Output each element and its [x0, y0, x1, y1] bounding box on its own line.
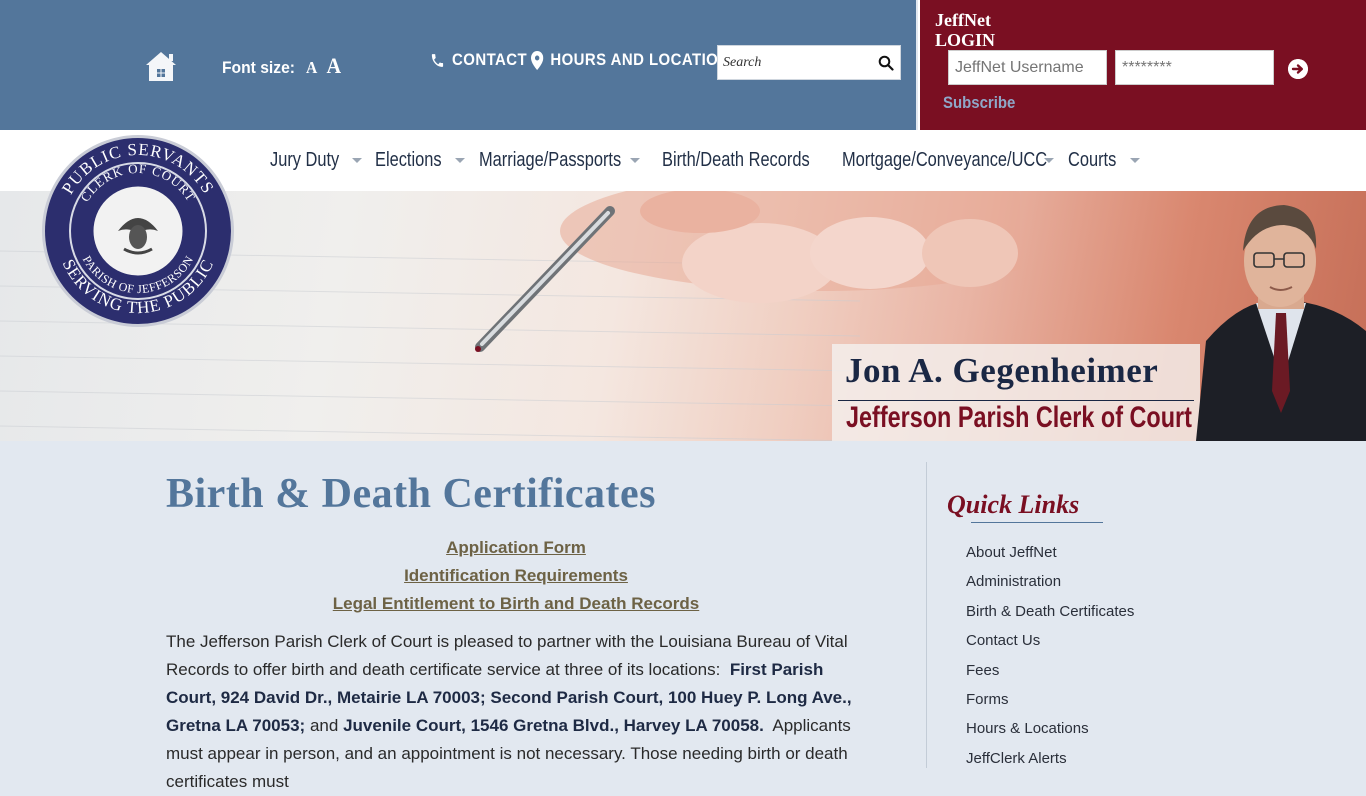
clerk-portrait-image: [1196, 205, 1366, 441]
quick-link-birth-death-certificates[interactable]: Birth & Death Certificates: [966, 599, 1134, 628]
clerk-of-court-seal-logo[interactable]: PUBLIC SERVANTS SERVING THE PUBLIC CLERK…: [40, 133, 236, 329]
jeffnet-password-input[interactable]: [1115, 50, 1274, 85]
search-icon[interactable]: [878, 55, 894, 71]
document-links: Application Form Identification Requirem…: [166, 534, 866, 618]
sidebar-divider: [926, 462, 927, 768]
jeffnet-username-input[interactable]: [948, 50, 1107, 85]
font-size-label: Font size:: [222, 58, 295, 77]
login-submit-arrow-icon[interactable]: [1288, 59, 1308, 79]
page-title: Birth & Death Certificates: [166, 471, 657, 517]
quick-link-hours-locations[interactable]: Hours & Locations: [966, 716, 1134, 745]
quick-link-contact-us[interactable]: Contact Us: [966, 628, 1134, 657]
phone-icon: [431, 53, 444, 67]
search-input[interactable]: [718, 46, 868, 79]
chevron-down-icon: [630, 158, 640, 163]
chevron-down-icon: [352, 158, 362, 163]
intro-paragraph: The Jefferson Parish Clerk of Court is p…: [166, 628, 866, 796]
quick-links-underline: [971, 522, 1103, 523]
and-text: and: [309, 716, 339, 735]
nav-item-label: Birth/Death Records: [662, 149, 810, 171]
quick-link-forms[interactable]: Forms: [966, 687, 1134, 716]
nav-item-courts[interactable]: Courts: [1068, 130, 1140, 191]
clerk-name: Jon A. Gegenheimer: [845, 351, 1159, 390]
nav-item-birth-death-records[interactable]: Birth/Death Records: [662, 130, 842, 191]
nav-item-jury-duty[interactable]: Jury Duty: [270, 130, 362, 191]
quick-link-fees[interactable]: Fees: [966, 658, 1134, 687]
chevron-down-icon: [455, 158, 465, 163]
font-decrease-button[interactable]: A: [306, 58, 317, 78]
contact-label: CONTACT: [452, 50, 528, 69]
hours-location-label: HOURS AND LOCATION: [550, 50, 730, 69]
identification-requirements-link[interactable]: Identification Requirements: [166, 562, 866, 590]
map-pin-icon: [531, 50, 544, 70]
quick-link-jeffclerk-alerts[interactable]: JeffClerk Alerts: [966, 746, 1134, 775]
hours-location-link[interactable]: HOURS AND LOCATION: [531, 50, 729, 70]
quick-links-list: About JeffNet Administration Birth & Dea…: [966, 540, 1134, 775]
nav-item-elections[interactable]: Elections: [375, 130, 465, 191]
nav-item-label: Elections: [375, 149, 442, 171]
nav-item-label: Jury Duty: [270, 149, 340, 171]
legal-entitlement-link[interactable]: Legal Entitlement to Birth and Death Rec…: [166, 590, 866, 618]
nav-item-marriage-passports[interactable]: Marriage/Passports: [479, 130, 640, 191]
quick-link-about-jeffnet[interactable]: About JeffNet: [966, 540, 1134, 569]
font-size-control: Font size: A A: [222, 53, 341, 79]
jeffnet-login-panel: JeffNet LOGIN Subscribe: [918, 0, 1366, 130]
jeffnet-login-title: JeffNet LOGIN: [935, 10, 995, 50]
contact-link[interactable]: CONTACT: [430, 50, 527, 70]
nav-item-mortgage-conveyance-ucc[interactable]: Mortgage/Conveyance/UCC: [842, 130, 1054, 191]
top-utility-bar: Font size: A A CONTACT HOURS AND LOCATIO…: [0, 0, 916, 130]
location-list-2: Juvenile Court, 1546 Gretna Blvd., Harve…: [343, 716, 764, 735]
clerk-office-title: Jefferson Parish Clerk of Court: [846, 401, 1192, 434]
quick-links-title: Quick Links: [947, 490, 1080, 519]
search-box: [717, 45, 901, 80]
nav-item-label: Mortgage/Conveyance/UCC: [842, 149, 1048, 171]
quick-link-administration[interactable]: Administration: [966, 569, 1134, 598]
main-content: Birth & Death Certificates Application F…: [166, 470, 866, 796]
application-form-link[interactable]: Application Form: [166, 534, 866, 562]
hand-pen-image: [475, 191, 1020, 352]
subscribe-link[interactable]: Subscribe: [943, 93, 1015, 113]
jeffnet-title-line2: LOGIN: [935, 30, 996, 50]
nav-item-label: Marriage/Passports: [479, 149, 622, 171]
jeffnet-title-line1: JeffNet: [935, 10, 991, 30]
nav-item-label: Courts: [1068, 149, 1117, 171]
font-increase-button[interactable]: A: [327, 53, 342, 79]
chevron-down-icon: [1130, 158, 1140, 163]
home-icon[interactable]: [143, 48, 179, 84]
